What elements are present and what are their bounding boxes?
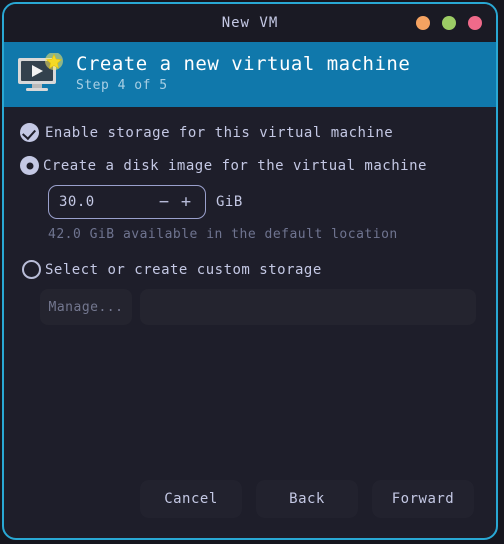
banner-title: Create a new virtual machine (76, 53, 411, 76)
create-disk-image-row[interactable]: Create a disk image for the virtual mach… (20, 156, 480, 175)
disk-size-decrement-icon[interactable]: − (153, 191, 175, 213)
maximize-button-icon[interactable] (442, 16, 456, 30)
enable-storage-checkbox[interactable] (20, 123, 39, 142)
enable-storage-label: Enable storage for this virtual machine (45, 124, 394, 141)
disk-size-unit-label: GiB (216, 194, 243, 210)
title-bar: New VM (4, 4, 496, 42)
disk-size-spinner[interactable]: 30.0 − + (48, 185, 206, 219)
storage-availability-hint: 42.0 GiB available in the default locati… (48, 227, 398, 242)
disk-size-increment-icon[interactable]: + (175, 191, 197, 213)
cancel-button[interactable]: Cancel (140, 480, 242, 518)
minimize-button-icon[interactable] (416, 16, 430, 30)
window-title: New VM (221, 15, 279, 31)
dialog-footer: Cancel Back Forward (4, 480, 496, 538)
banner-step-label: Step 4 of 5 (76, 77, 168, 93)
window-controls (416, 16, 482, 30)
create-disk-image-radio[interactable] (20, 156, 39, 175)
create-disk-image-label: Create a disk image for the virtual mach… (43, 157, 427, 174)
custom-storage-controls: Manage... (40, 289, 480, 325)
close-button-icon[interactable] (468, 16, 482, 30)
enable-storage-row[interactable]: Enable storage for this virtual machine (20, 123, 480, 142)
new-vm-dialog-window: New VM Create a new virtual machine Step… (2, 2, 498, 540)
forward-button[interactable]: Forward (372, 480, 474, 518)
banner-texts: Create a new virtual machine Step 4 of 5 (76, 53, 411, 95)
disk-size-row: 30.0 − + GiB (48, 185, 480, 219)
virtual-machine-new-icon (16, 51, 64, 97)
disk-size-input[interactable]: 30.0 (59, 194, 153, 210)
back-button[interactable]: Back (256, 480, 358, 518)
custom-storage-label: Select or create custom storage (45, 261, 322, 278)
manage-button[interactable]: Manage... (40, 289, 132, 325)
wizard-banner: Create a new virtual machine Step 4 of 5 (4, 42, 496, 107)
custom-storage-radio[interactable] (22, 260, 41, 279)
custom-storage-path-input[interactable] (140, 289, 476, 325)
dialog-content: Enable storage for this virtual machine … (4, 107, 496, 480)
custom-storage-row[interactable]: Select or create custom storage (22, 260, 480, 279)
